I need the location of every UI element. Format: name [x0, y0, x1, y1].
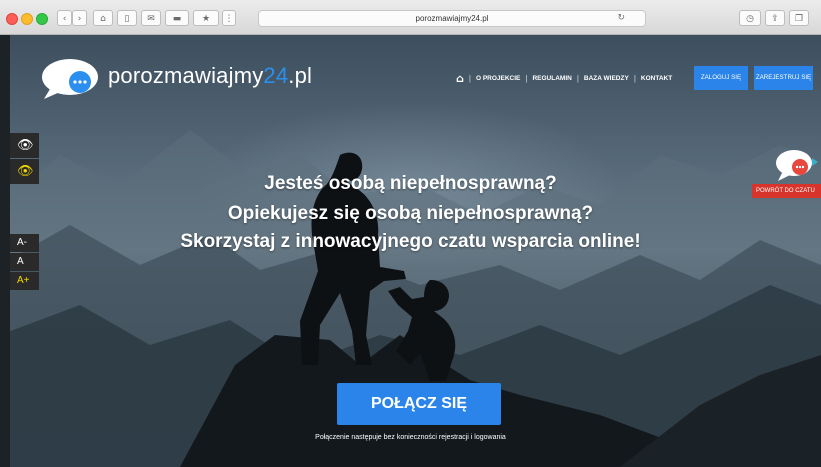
close-window-button[interactable] [6, 13, 18, 25]
logo-main: porozmawiajmy [108, 63, 264, 88]
back-icon[interactable]: ‹ [57, 10, 72, 26]
minimize-window-button[interactable] [21, 13, 33, 25]
eye-icon[interactable]: 👁 [10, 133, 39, 158]
logo-suffix: .pl [288, 63, 313, 88]
url-text: porozmawiajmy24.pl [415, 14, 489, 23]
chat-bubble-icon[interactable] [774, 148, 818, 184]
bookmark-icon[interactable]: ★ [193, 10, 219, 26]
mail-icon[interactable]: ✉ [141, 10, 161, 26]
nav-item-baza-wiedzy[interactable]: BAZA WIEDZY [584, 75, 629, 82]
home-icon[interactable]: ⌂ [93, 10, 113, 26]
print-icon[interactable]: ▬ [165, 10, 189, 26]
download-icon[interactable]: ◷ [739, 10, 761, 26]
main-navigation: ⌂ | O PROJEKCIE | REGULAMIN | BAZA WIEDZ… [456, 72, 673, 85]
speech-bubble-logo[interactable] [40, 57, 102, 101]
connect-note: Połączenie następuje bez konieczności re… [315, 434, 506, 441]
hero-headline-2: Opiekujesz się osobą niepełnosprawną? [227, 203, 594, 224]
tabs-icon[interactable]: ❐ [789, 10, 809, 26]
share-icon[interactable]: ⇪ [765, 10, 785, 26]
browser-toolbar: ‹ › ⌂ ▯ ✉ ▬ ★ ⋮ porozmawiajmy24.pl ↻ ◷ ⇪… [0, 0, 821, 35]
forward-icon[interactable]: › [72, 10, 87, 26]
reload-icon[interactable]: ↻ [617, 11, 625, 26]
font-increase-button[interactable]: A+ [10, 272, 39, 290]
hero-headline-3: Skorzystaj z innowacyjnego czatu wsparci… [180, 231, 641, 252]
hero-headline-1: Jesteś osobą niepełnosprawną? [264, 173, 557, 194]
nav-item-o-projekcie[interactable]: O PROJEKCIE [476, 75, 520, 82]
font-normal-button[interactable]: A [10, 253, 39, 271]
zoom-window-button[interactable] [36, 13, 48, 25]
logo-accent: 24 [263, 63, 289, 88]
grid-icon[interactable]: ⋮ [222, 10, 236, 26]
return-to-chat-button[interactable]: POWRÓT DO CZATU [752, 184, 821, 198]
sidebar-icon[interactable]: ▯ [117, 10, 137, 26]
nav-item-regulamin[interactable]: REGULAMIN [532, 75, 571, 82]
connect-button[interactable]: POŁĄCZ SIĘ [337, 383, 501, 425]
site-logo-text[interactable]: porozmawiajmy24.pl [108, 63, 312, 89]
nav-item-kontakt[interactable]: KONTAKT [641, 75, 672, 82]
address-bar[interactable]: porozmawiajmy24.pl ↻ [258, 10, 646, 27]
login-button[interactable]: ZALOGUJ SIĘ [694, 66, 748, 90]
home-icon[interactable]: ⌂ [456, 72, 464, 85]
register-button[interactable]: ZAREJESTRUJ SIĘ [754, 66, 813, 90]
